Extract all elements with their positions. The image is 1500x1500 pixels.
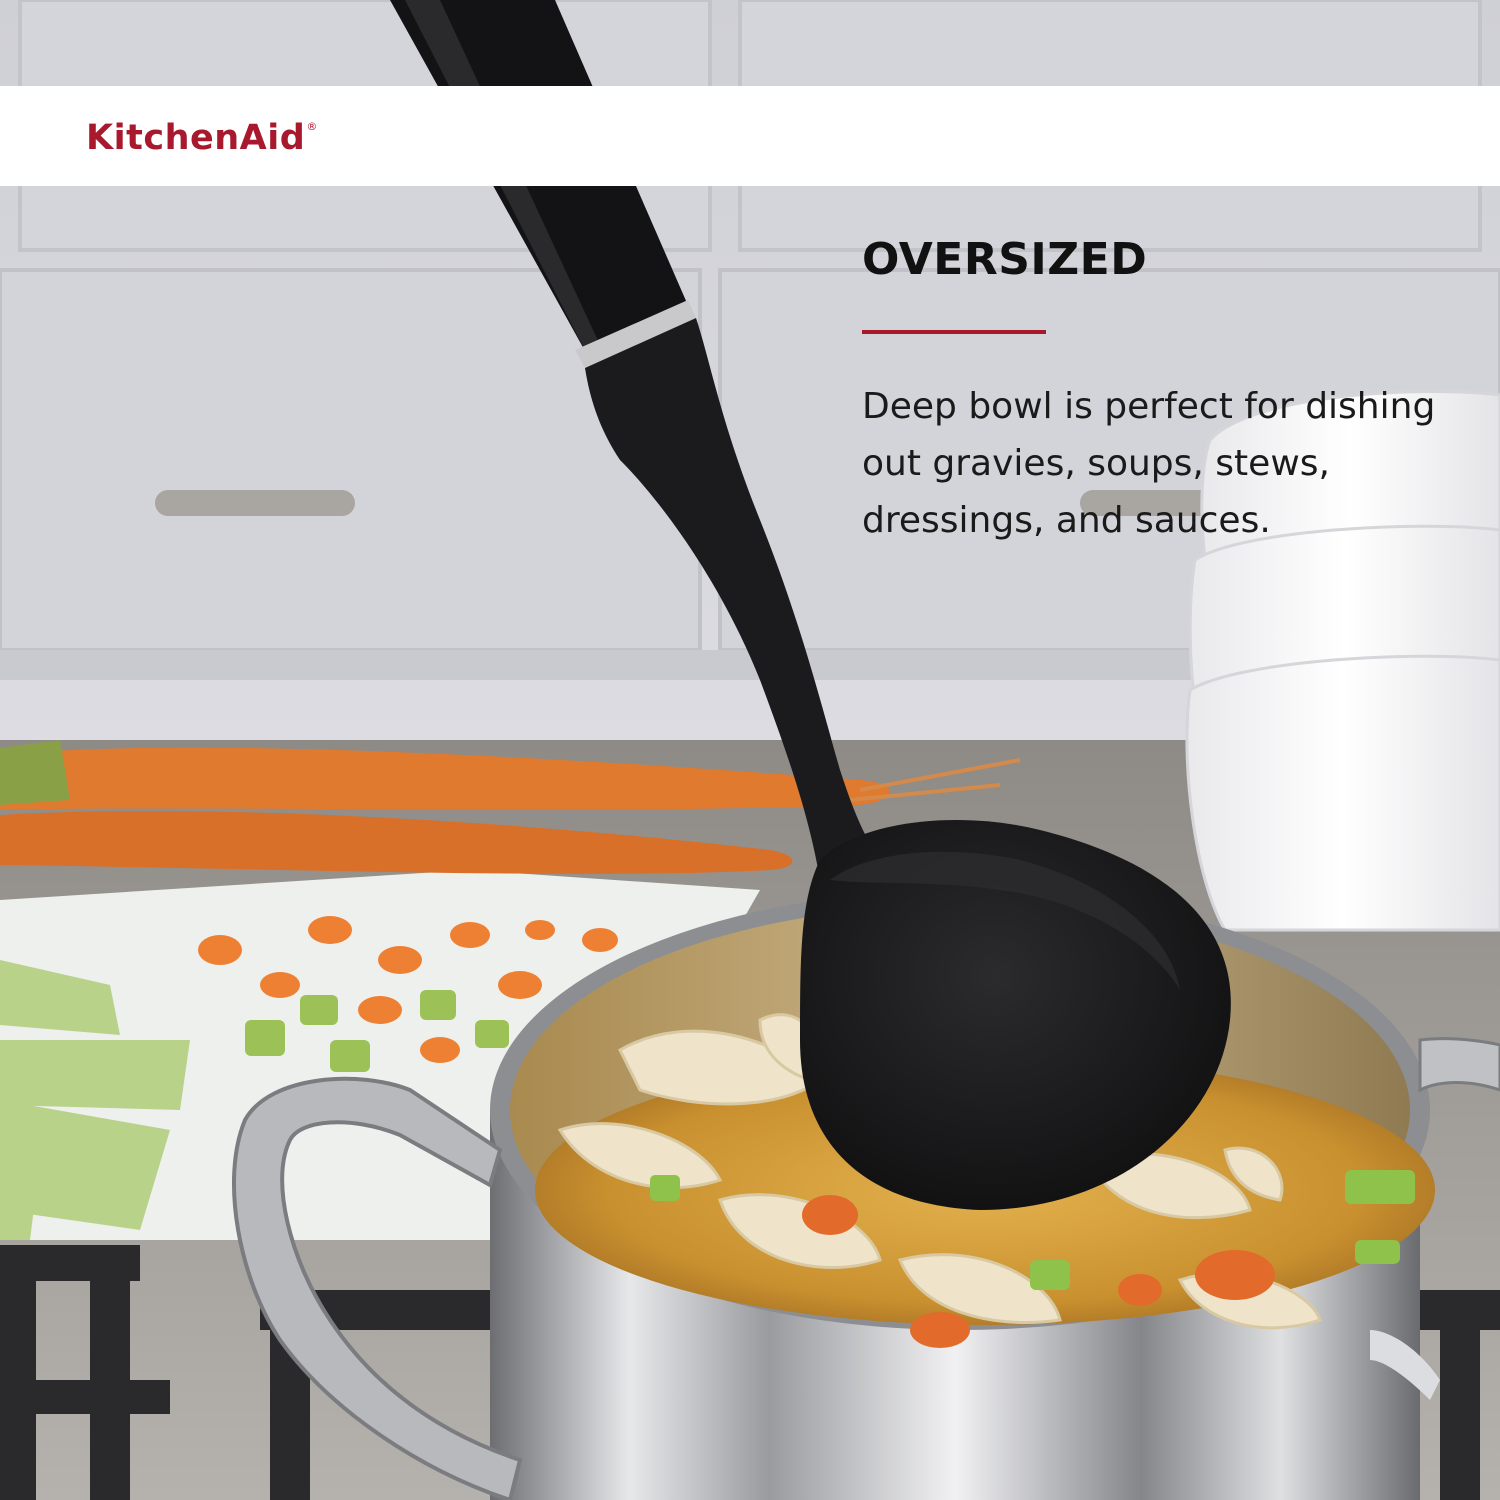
feature-title: OVERSIZED <box>862 234 1148 285</box>
title-divider <box>862 330 1046 334</box>
feature-description: Deep bowl is perfect for dishing out gra… <box>862 386 1436 541</box>
kitchen-scene-illustration <box>0 0 1500 1500</box>
brand-logo: KitchenAid® <box>86 118 318 158</box>
brand-logo-name: KitchenAid <box>86 118 306 158</box>
registered-mark: ® <box>306 120 318 133</box>
product-image: KitchenAid® OVERSIZED Deep bowl is perfe… <box>0 0 1500 1500</box>
